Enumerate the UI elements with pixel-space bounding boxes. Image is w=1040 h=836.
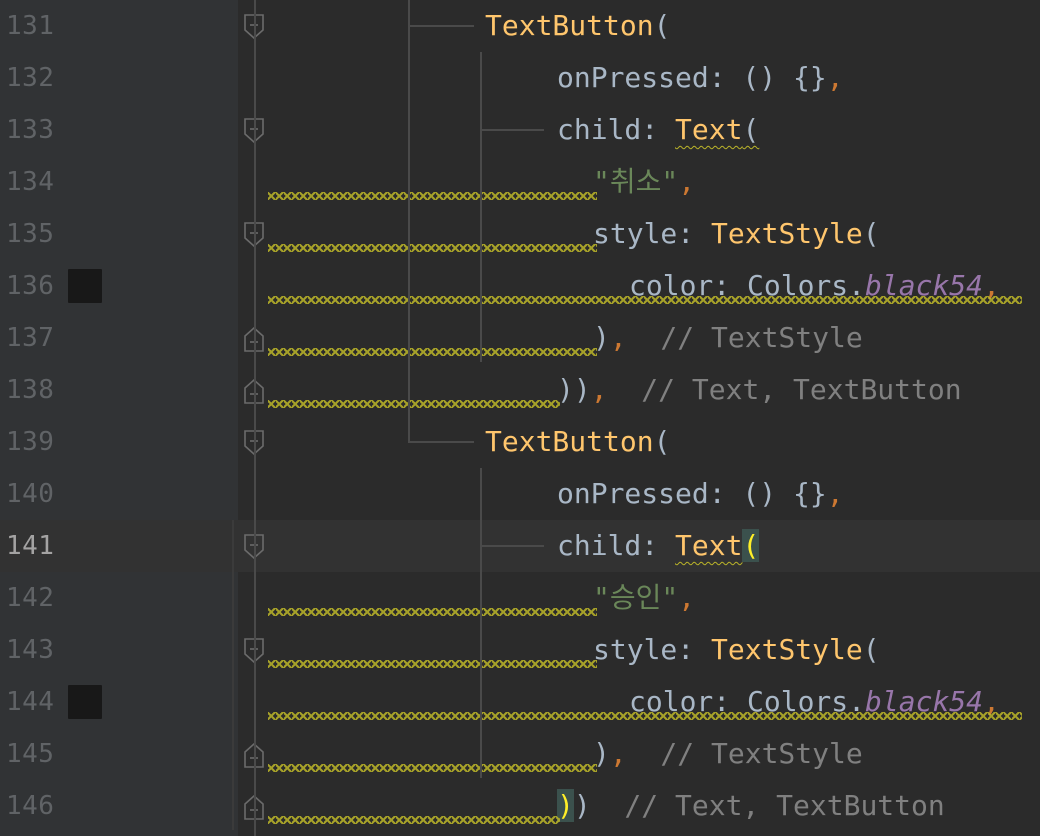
- code-line[interactable]: 138)), // Text, TextButton: [0, 364, 1040, 416]
- code-line[interactable]: 139 TextButton(: [0, 416, 1040, 468]
- line-number[interactable]: 140: [6, 476, 54, 512]
- code-text[interactable]: child: Text(: [557, 110, 759, 150]
- code-line[interactable]: 131 TextButton(: [0, 0, 1040, 52]
- warning-squiggle: [268, 816, 560, 824]
- code-token: TextButton: [485, 9, 654, 42]
- warning-squiggle: [268, 608, 597, 616]
- line-number[interactable]: 145: [6, 736, 54, 772]
- warning-squiggle: [268, 712, 1022, 720]
- code-token: // TextStyle: [626, 737, 863, 770]
- code-token: (: [742, 529, 760, 562]
- fold-guide-line: [254, 0, 256, 836]
- scope-highlight-bar: [232, 520, 234, 830]
- line-number[interactable]: 143: [6, 632, 54, 668]
- warning-squiggle: [268, 400, 560, 408]
- color-swatch-icon[interactable]: [68, 269, 102, 303]
- code-token: "승인": [593, 581, 679, 614]
- code-line[interactable]: 136 color: Colors.black54,: [0, 260, 1040, 312]
- tree-connector: [480, 129, 544, 131]
- color-swatch-icon[interactable]: [68, 685, 102, 719]
- code-token: child:: [557, 113, 676, 146]
- code-text[interactable]: onPressed: () {},: [557, 474, 844, 514]
- warning-squiggle: [268, 764, 597, 772]
- indent-guide: [480, 52, 482, 362]
- code-text[interactable]: ), // TextStyle: [593, 734, 863, 774]
- code-token: ,: [826, 477, 844, 510]
- indent-guide: [408, 0, 410, 442]
- code-token: (: [862, 633, 880, 666]
- code-token: onPressed: () {}: [557, 61, 827, 94]
- warning-squiggle: [268, 348, 597, 356]
- code-token: ,: [678, 165, 696, 198]
- code-text[interactable]: onPressed: () {},: [557, 58, 844, 98]
- code-text[interactable]: TextButton(: [485, 6, 670, 46]
- line-number[interactable]: 135: [6, 216, 54, 252]
- code-token: ,: [826, 61, 844, 94]
- line-number[interactable]: 146: [6, 788, 54, 824]
- warning-squiggle: [268, 192, 597, 200]
- warning-squiggle: [268, 244, 597, 252]
- line-number[interactable]: 138: [6, 372, 54, 408]
- warning-squiggle: [268, 296, 1022, 304]
- code-token: (: [742, 113, 760, 146]
- code-line[interactable]: 146 )) // Text, TextButton: [0, 780, 1040, 832]
- code-line[interactable]: 134 "취소",: [0, 156, 1040, 208]
- code-token: (: [862, 217, 880, 250]
- code-token: ,: [590, 373, 608, 406]
- line-number[interactable]: 132: [6, 60, 54, 96]
- code-text[interactable]: )) // Text, TextButton: [557, 786, 945, 826]
- code-token: style:: [593, 217, 712, 250]
- tree-connector: [408, 25, 474, 27]
- code-line[interactable]: 137 ), // TextStyle: [0, 312, 1040, 364]
- tree-connector: [480, 545, 544, 547]
- code-token: Text: [675, 529, 743, 562]
- code-line[interactable]: 145 ), // TextStyle: [0, 728, 1040, 780]
- code-text[interactable]: child: Text(: [557, 526, 760, 566]
- code-token: // Text, TextButton: [607, 373, 962, 406]
- code-text[interactable]: style: TextStyle(: [593, 214, 880, 254]
- code-token: )): [557, 373, 591, 406]
- code-token: TextStyle: [711, 217, 863, 250]
- code-text[interactable]: )), // Text, TextButton: [557, 370, 962, 410]
- code-token: // TextStyle: [626, 321, 863, 354]
- code-token: ): [573, 789, 591, 822]
- code-token: "취소": [593, 165, 679, 198]
- code-line[interactable]: 142 "승인",: [0, 572, 1040, 624]
- code-token: (: [653, 9, 671, 42]
- code-line[interactable]: 140 onPressed: () {},: [0, 468, 1040, 520]
- code-line[interactable]: 132 onPressed: () {},: [0, 52, 1040, 104]
- code-token: TextStyle: [711, 633, 863, 666]
- code-text[interactable]: "승인",: [593, 578, 695, 618]
- code-token: TextButton: [485, 425, 654, 458]
- line-number[interactable]: 136: [6, 268, 54, 304]
- code-text[interactable]: "취소",: [593, 162, 695, 202]
- line-number[interactable]: 134: [6, 164, 54, 200]
- code-token: ,: [678, 581, 696, 614]
- indent-guide: [480, 468, 482, 778]
- line-number[interactable]: 139: [6, 424, 54, 460]
- code-token: (: [653, 425, 671, 458]
- code-line[interactable]: 143 style: TextStyle(: [0, 624, 1040, 676]
- warning-squiggle: [268, 660, 597, 668]
- code-text[interactable]: TextButton(: [485, 422, 670, 462]
- line-number[interactable]: 141: [6, 528, 54, 564]
- line-number[interactable]: 144: [6, 684, 54, 720]
- code-line[interactable]: 135 style: TextStyle(: [0, 208, 1040, 260]
- code-token: ,: [609, 737, 627, 770]
- code-token: Text: [675, 113, 743, 146]
- code-token: ,: [609, 321, 627, 354]
- code-line[interactable]: 144 color: Colors.black54,: [0, 676, 1040, 728]
- code-token: child:: [557, 529, 676, 562]
- code-editor[interactable]: 131 TextButton(132 onPressed: () {}, 133 chi…: [0, 0, 1040, 836]
- code-text[interactable]: style: TextStyle(: [593, 630, 880, 670]
- line-number[interactable]: 137: [6, 320, 54, 356]
- line-number[interactable]: 133: [6, 112, 54, 148]
- line-number[interactable]: 142: [6, 580, 54, 616]
- code-token: style:: [593, 633, 712, 666]
- tree-connector: [408, 441, 474, 443]
- code-text[interactable]: ), // TextStyle: [593, 318, 863, 358]
- code-token: // Text, TextButton: [590, 789, 945, 822]
- code-token: onPressed: () {}: [557, 477, 827, 510]
- line-number[interactable]: 131: [6, 8, 54, 44]
